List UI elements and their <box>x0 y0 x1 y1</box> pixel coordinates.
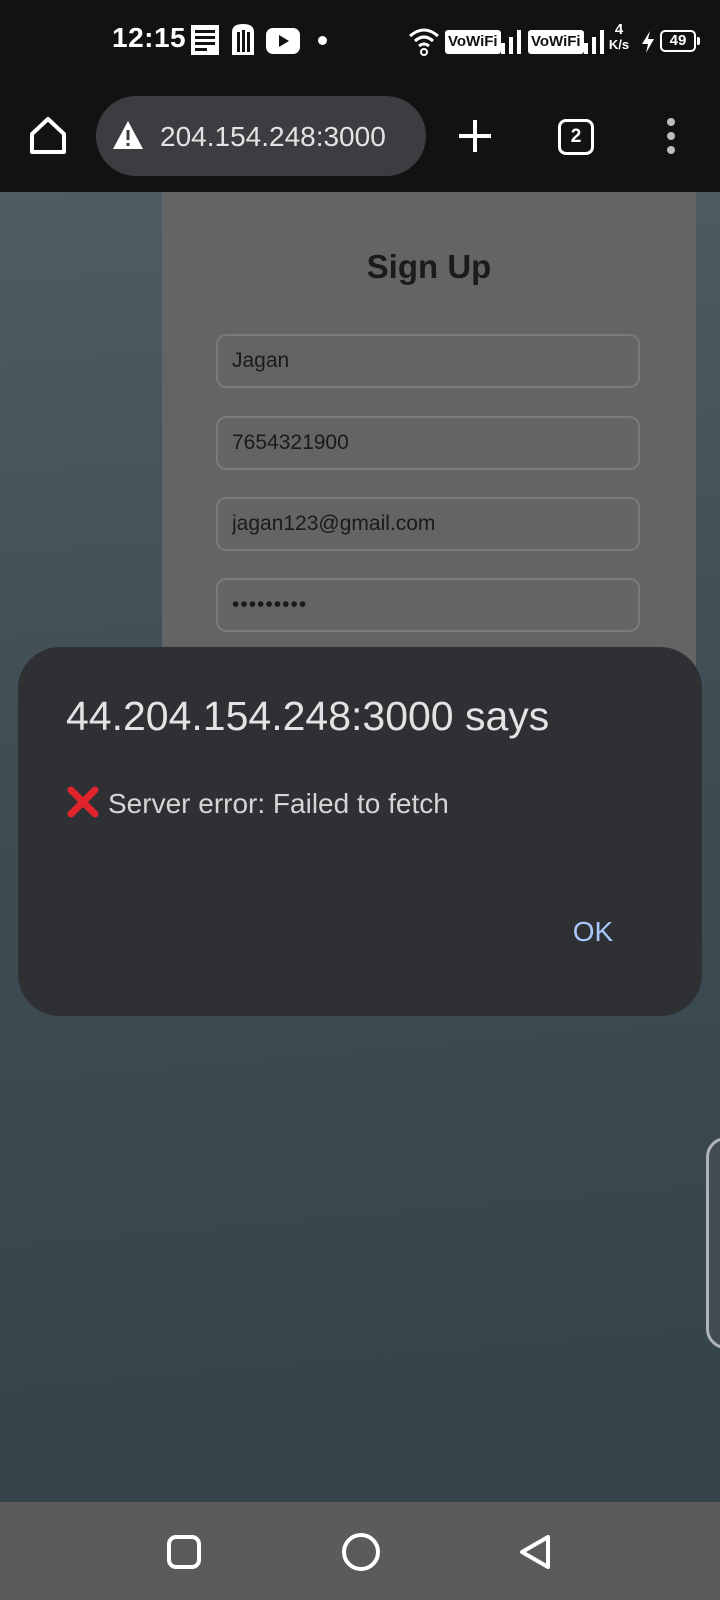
home-nav-button[interactable] <box>340 1531 382 1573</box>
password-input[interactable] <box>216 578 640 632</box>
network-speed: 4 K/s <box>606 22 632 52</box>
form-title: Sign Up <box>366 248 492 285</box>
recents-button[interactable] <box>164 1532 204 1572</box>
network-speed-value: 4 <box>614 21 624 38</box>
browser-toolbar: 204.154.248:3000 2 <box>0 84 720 192</box>
url-bar[interactable]: 204.154.248:3000 <box>96 96 426 176</box>
more-menu-button[interactable] <box>656 116 686 156</box>
name-input[interactable] <box>216 334 640 388</box>
email-input[interactable] <box>216 497 640 551</box>
new-tab-button[interactable] <box>455 116 495 156</box>
app-tower-icon <box>232 24 254 55</box>
red-x-icon <box>67 786 99 818</box>
tab-switcher-button[interactable]: 2 <box>558 119 594 155</box>
dialog-message: Server error: Failed to fetch <box>108 788 449 819</box>
status-bar: 12:15 VoWiFi VoWiFi 4 K/s 49 <box>0 0 720 84</box>
wifi-icon <box>409 28 439 56</box>
phone-input[interactable] <box>216 416 640 470</box>
warning-icon[interactable] <box>112 120 144 150</box>
home-button[interactable] <box>26 114 70 158</box>
url-text[interactable]: 204.154.248:3000 <box>160 121 386 153</box>
edge-panel-handle[interactable] <box>706 1137 720 1349</box>
dialog-title: 44.204.154.248:3000 says <box>66 693 550 739</box>
dialog-message-row: Server error: Failed to fetch <box>66 785 449 820</box>
back-button[interactable] <box>516 1532 556 1572</box>
charging-bolt-icon <box>642 31 654 53</box>
status-time: 12:15 <box>112 22 187 53</box>
alert-dialog: 44.204.154.248:3000 says Server error: F… <box>18 647 702 1016</box>
battery-level: 49 <box>660 30 700 52</box>
signal-icon <box>492 30 521 54</box>
notification-dot-icon <box>318 36 327 45</box>
signal-icon <box>575 30 604 54</box>
network-speed-unit: K/s <box>608 37 630 52</box>
ok-button[interactable]: OK <box>558 907 628 957</box>
notes-icon <box>191 25 219 55</box>
system-nav-bar <box>0 1502 720 1600</box>
youtube-icon <box>266 28 300 54</box>
